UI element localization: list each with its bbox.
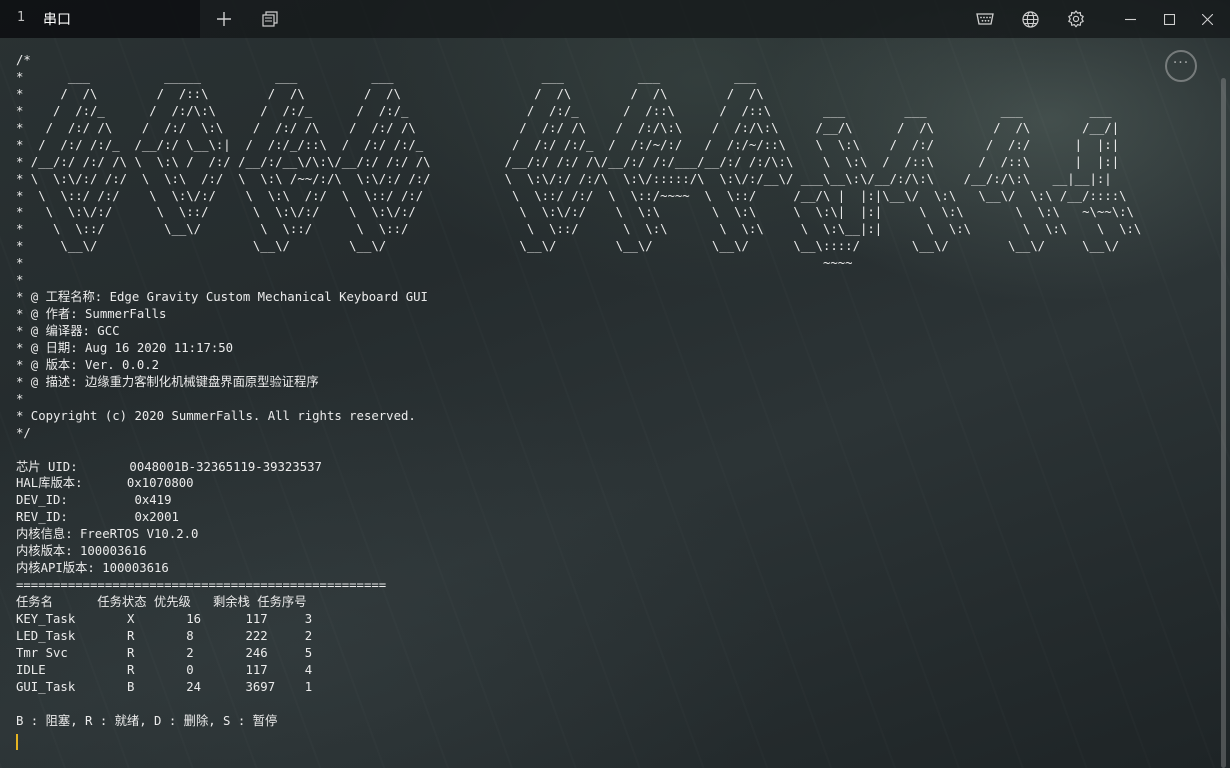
plus-icon (217, 12, 231, 26)
gear-icon (1067, 10, 1085, 28)
terminal-line: * /__/:/ /:/ /\ \ \:\ / /:/ /__/:/__\/\:… (16, 154, 1120, 169)
terminal-line: KEY_Task X 16 117 3 (16, 611, 313, 626)
terminal-line: * \__\/ \__\/ \__\/ \__\/ \__\/ \__\/ \_… (16, 239, 1120, 254)
terminal-line: */ (16, 425, 31, 440)
terminal-line: ========================================… (16, 578, 387, 593)
vertical-scrollbar[interactable] (1221, 40, 1227, 768)
terminal-line: * (16, 391, 24, 406)
terminal-line: * @ 编译器: GCC (16, 324, 120, 338)
more-dots-icon: ··· (1172, 55, 1190, 71)
terminal-line: * @ 版本: Ver. 0.0.2 (16, 357, 160, 372)
terminal-line: 内核信息: FreeRTOS V10.2.0 (16, 527, 199, 542)
terminal-line: * \ \::/ /:/ \ \:\/:/ \ \:\ /:/ \ \::/ /… (16, 188, 1127, 203)
terminal-line: 内核API版本: 100003616 (16, 561, 169, 576)
terminal-line: GUI_Task B 24 3697 1 (16, 679, 313, 694)
text-cursor (16, 734, 18, 750)
close-button[interactable] (1184, 0, 1230, 38)
terminal-line: * ~~~~ (16, 256, 853, 271)
tab-index: 1 (17, 10, 26, 25)
settings-button[interactable] (1053, 0, 1099, 38)
globe-icon (1021, 10, 1039, 28)
terminal-line: IDLE R 0 117 4 (16, 662, 313, 677)
terminal-line: * Copyright (c) 2020 SummerFalls. All ri… (16, 408, 416, 423)
terminal-line: * ___ _____ ___ ___ ___ ___ ___ (16, 69, 757, 84)
duplicate-window-button[interactable] (247, 0, 293, 38)
terminal-line: Tmr Svc R 2 246 5 (16, 645, 313, 660)
terminal-output[interactable]: /* * ___ _____ ___ ___ ___ ___ ___ * / /\ … (16, 52, 1206, 730)
more-options-button[interactable]: ··· (1165, 50, 1197, 82)
terminal-line: * @ 工程名称: Edge Gravity Custom Mechanical… (16, 290, 428, 305)
terminal-line: LED_Task R 8 222 2 (16, 628, 313, 643)
terminal-line: 芯片 UID: 0048001B-32365119-39323537 (16, 459, 322, 474)
add-tab-button[interactable] (201, 0, 247, 38)
copy-windows-icon (262, 11, 278, 27)
terminal-line: * / /:/_ / /:/\:\ / /:/_ / /:/_ / /:/_ /… (16, 103, 1112, 118)
terminal-line: * \ \:\/:/ /:/ \ \:\ /:/ \ \:\ /~~/:/\ \… (16, 171, 1112, 186)
terminal-line: * (16, 273, 24, 288)
terminal-line: 内核版本: 100003616 (16, 544, 147, 559)
minimize-icon (1124, 14, 1136, 25)
title-bar: 1 串口 (0, 0, 1230, 38)
terminal-line: DEV_ID: 0x419 (16, 493, 172, 508)
serial-port-button[interactable] (962, 0, 1008, 38)
terminal-line: * \ \::/ \__\/ \ \::/ \ \::/ \ \::/ \ \:… (16, 222, 1142, 237)
terminal-line: * @ 作者: SummerFalls (16, 307, 167, 322)
terminal-line: REV_ID: 0x2001 (16, 510, 179, 525)
terminal-line: * \ \:\/:/ \ \::/ \ \:\/:/ \ \:\/:/ \ \:… (16, 205, 1134, 220)
terminal-line: HAL库版本: 0x1070800 (16, 476, 194, 491)
serial-port-icon (976, 13, 994, 25)
maximize-icon (1163, 13, 1175, 25)
tab-serial[interactable]: 1 串口 (0, 0, 200, 38)
terminal-line: * @ 日期: Aug 16 2020 11:17:50 (16, 340, 234, 355)
terminal-line: * / /:/ /\ / /:/ \:\ / /:/ /\ / /:/ /\ /… (16, 120, 1120, 135)
terminal-line: /* (16, 53, 31, 67)
tab-title: 串口 (43, 12, 71, 28)
terminal-line: * / /:/ /:/_ /__/:/ \__\:| / /:/_/::\ / … (16, 137, 1120, 152)
terminal-line: B : 阻塞, R : 就绪, D : 删除, S : 暂停 (16, 713, 278, 728)
terminal-line: * @ 描述: 边缘重力客制化机械键盘界面原型验证程序 (16, 374, 319, 389)
scrollbar-thumb[interactable] (1221, 78, 1226, 768)
network-button[interactable] (1007, 0, 1053, 38)
terminal-line: 任务名 任务状态 优先级 剩余栈 任务序号 (16, 595, 307, 609)
terminal-line: * / /\ / /::\ / /\ / /\ / /\ / /\ / /\ (16, 86, 764, 101)
close-icon (1201, 13, 1213, 25)
